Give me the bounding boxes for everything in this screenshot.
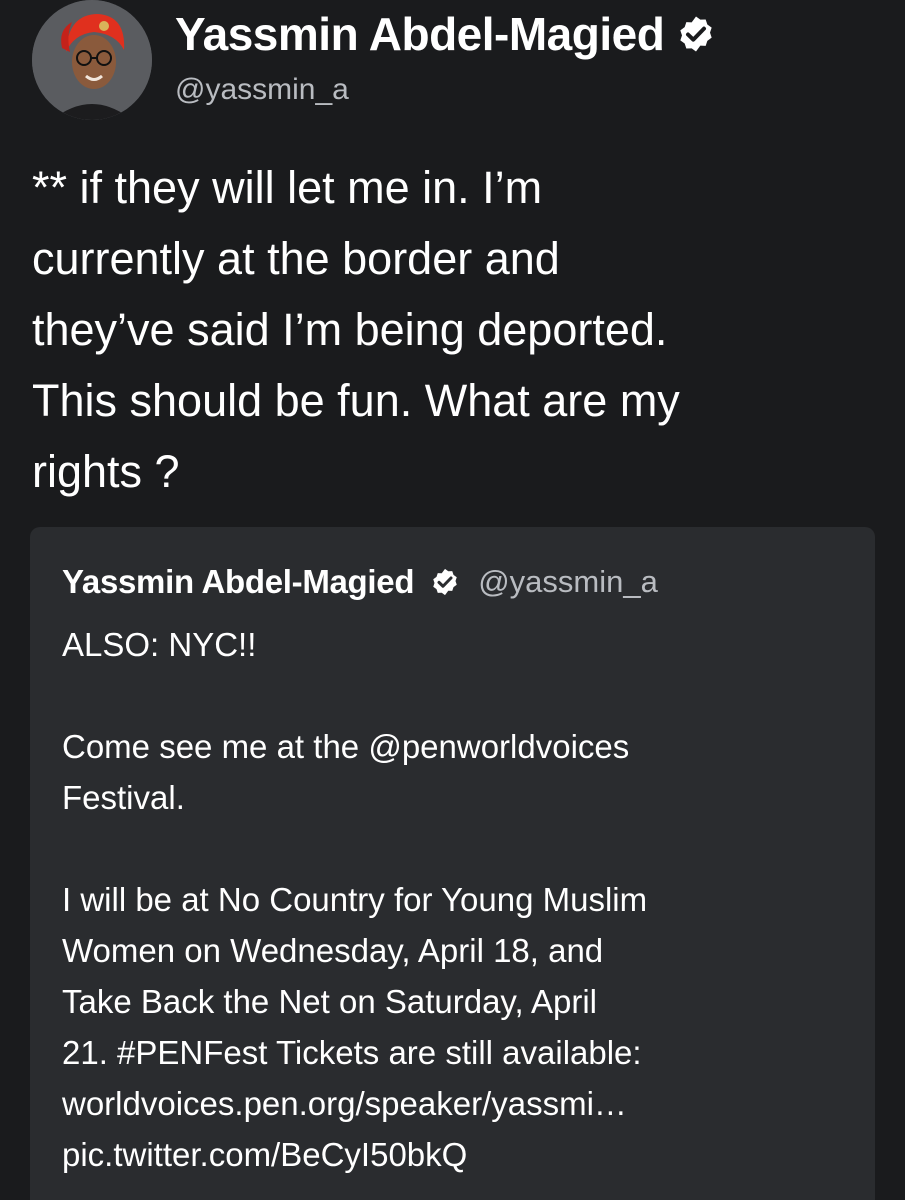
quoted-text-line: Women on Wednesday, April 18, and xyxy=(62,932,604,969)
quoted-text-line: Festival. xyxy=(62,779,185,816)
quoted-text-line: ALSO: NYC!! xyxy=(62,626,257,663)
author-name-row: Yassmin Abdel-Magied xyxy=(175,6,716,62)
pic-link[interactable]: pic.twitter.com/BeCyI50bkQ xyxy=(62,1129,852,1180)
quoted-tweet-card[interactable]: Yassmin Abdel-Magied @yassmin_a ALSO: NY… xyxy=(30,527,875,1200)
author-handle[interactable]: @yassmin_a xyxy=(175,72,716,108)
avatar[interactable] xyxy=(32,0,152,120)
author-header: Yassmin Abdel-Magied @yassmin_a xyxy=(175,6,716,108)
quoted-text-line: I will be at No Country for Young Muslim xyxy=(62,881,648,918)
avatar-image xyxy=(32,0,152,120)
tweet-screenshot: Yassmin Abdel-Magied @yassmin_a ** if th… xyxy=(0,0,905,1200)
verified-badge-icon xyxy=(680,16,712,52)
event-link[interactable]: worldvoices.pen.org/speaker/yassmi… xyxy=(62,1078,852,1129)
tweet-text: ** if they will let me in. I’m currently… xyxy=(32,162,680,497)
quoted-author-name: Yassmin Abdel-Magied xyxy=(62,563,415,600)
quoted-author-handle: @yassmin_a xyxy=(478,564,658,599)
author-display-name[interactable]: Yassmin Abdel-Magied xyxy=(175,6,665,62)
quoted-tweet-body: ALSO: NYC!! Come see me at the @penworld… xyxy=(62,619,852,1180)
quoted-text-line: Come see me at the @penworldvoices xyxy=(62,728,630,765)
verified-badge-icon xyxy=(433,568,457,596)
quoted-tweet-header: Yassmin Abdel-Magied @yassmin_a xyxy=(62,563,658,601)
quoted-text-line: 21. #PENFest Tickets are still available… xyxy=(62,1034,642,1071)
quoted-text-line: Take Back the Net on Saturday, April xyxy=(62,983,598,1020)
